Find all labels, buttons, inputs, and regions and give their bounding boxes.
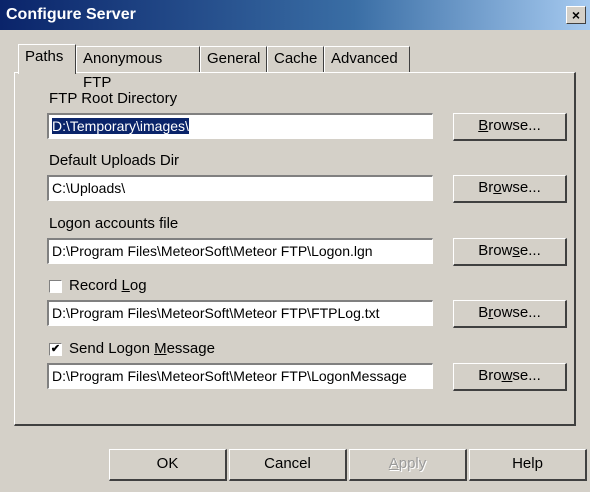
browse-logon-message-button[interactable]: Browse... xyxy=(453,363,567,391)
uploads-label: Default Uploads Dir xyxy=(49,152,180,169)
tab-general[interactable]: General xyxy=(200,46,267,72)
uploads-input[interactable]: C:\Uploads\ xyxy=(47,175,433,201)
browse-uploads-button[interactable]: Browse... xyxy=(453,175,567,203)
logon-message-label: Send Logon Message xyxy=(69,340,215,357)
record-log-input[interactable]: D:\Program Files\MeteorSoft\Meteor FTP\F… xyxy=(47,300,433,326)
tab-anonymous-ftp[interactable]: Anonymous FTP xyxy=(76,46,200,91)
browse-record-log-button[interactable]: Browse... xyxy=(453,300,567,328)
ok-button[interactable]: OK xyxy=(109,449,227,481)
logon-input[interactable]: D:\Program Files\MeteorSoft\Meteor FTP\L… xyxy=(47,238,433,264)
tab-advanced[interactable]: Advanced xyxy=(324,46,410,72)
record-log-label: Record Log xyxy=(69,277,147,294)
title-bar[interactable]: Configure Server × xyxy=(0,0,590,30)
ftp-root-input[interactable]: D:\Temporary\images\ xyxy=(47,113,433,139)
tab-cache[interactable]: Cache xyxy=(267,46,324,72)
cancel-button[interactable]: Cancel xyxy=(229,449,347,481)
ftp-root-value: D:\Temporary\images\ xyxy=(52,118,189,134)
logon-message-input[interactable]: D:\Program Files\MeteorSoft\Meteor FTP\L… xyxy=(47,363,433,389)
help-button[interactable]: Help xyxy=(469,449,587,481)
ftp-root-label: FTP Root Directory xyxy=(49,90,178,107)
tab-paths[interactable]: Paths xyxy=(18,44,76,74)
close-button[interactable]: × xyxy=(566,6,586,24)
logon-label: Logon accounts file xyxy=(49,215,179,232)
apply-button: Apply xyxy=(349,449,467,481)
logon-message-checkbox[interactable]: ✔ xyxy=(49,343,62,356)
browse-ftp-root-button[interactable]: Browse... xyxy=(453,113,567,141)
browse-logon-button[interactable]: Browse... xyxy=(453,238,567,266)
record-log-checkbox[interactable] xyxy=(49,280,62,293)
window-title: Configure Server xyxy=(6,6,136,23)
paths-panel: FTP Root Directory D:\Temporary\images\ … xyxy=(14,72,576,426)
